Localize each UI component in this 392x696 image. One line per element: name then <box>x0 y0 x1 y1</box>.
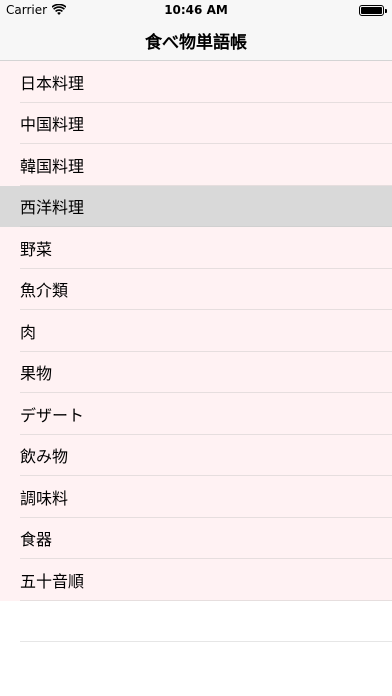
list-item-label: 飲み物 <box>20 447 69 467</box>
list-item-vegetables[interactable]: 野菜 <box>0 227 392 269</box>
list-item-fruit[interactable]: 果物 <box>0 351 392 393</box>
list-item-label: 五十音順 <box>20 571 85 591</box>
list-item-alphabetical[interactable]: 五十音順 <box>0 559 392 601</box>
list-item-japanese[interactable]: 日本料理 <box>0 61 392 103</box>
empty-row <box>0 600 392 642</box>
list-item-label: 西洋料理 <box>20 198 85 218</box>
list-item-label: 調味料 <box>20 488 69 508</box>
list-item-label: 中国料理 <box>20 115 85 135</box>
battery-icon <box>359 5 387 16</box>
list-item-label: 肉 <box>20 322 37 342</box>
list-item-tableware[interactable]: 食器 <box>0 517 392 559</box>
list-item-label: 魚介類 <box>20 281 69 301</box>
status-time: 10:46 AM <box>164 3 228 17</box>
list-item-korean[interactable]: 韓国料理 <box>0 144 392 186</box>
status-bar: Carrier 10:46 AM <box>0 0 392 20</box>
list-item-drinks[interactable]: 飲み物 <box>0 434 392 476</box>
list-item-meat[interactable]: 肉 <box>0 310 392 352</box>
list-item-label: デザート <box>20 405 85 425</box>
list-item-label: 日本料理 <box>20 73 85 93</box>
list-item-seasonings[interactable]: 調味料 <box>0 476 392 518</box>
list-item-dessert[interactable]: デザート <box>0 393 392 435</box>
list-item-seafood[interactable]: 魚介類 <box>0 268 392 310</box>
list-item-label: 果物 <box>20 364 53 384</box>
list-item-label: 食器 <box>20 530 53 550</box>
category-list: 日本料理 中国料理 韓国料理 西洋料理 野菜 魚介類 肉 果物 デザート 飲み物… <box>0 61 392 642</box>
list-item-label: 野菜 <box>20 239 53 259</box>
list-item-chinese[interactable]: 中国料理 <box>0 102 392 144</box>
navigation-bar: 食べ物単語帳 <box>0 20 392 61</box>
list-item-western[interactable]: 西洋料理 <box>0 185 392 227</box>
list-item-label: 韓国料理 <box>20 156 85 176</box>
page-title: 食べ物単語帳 <box>145 32 247 53</box>
